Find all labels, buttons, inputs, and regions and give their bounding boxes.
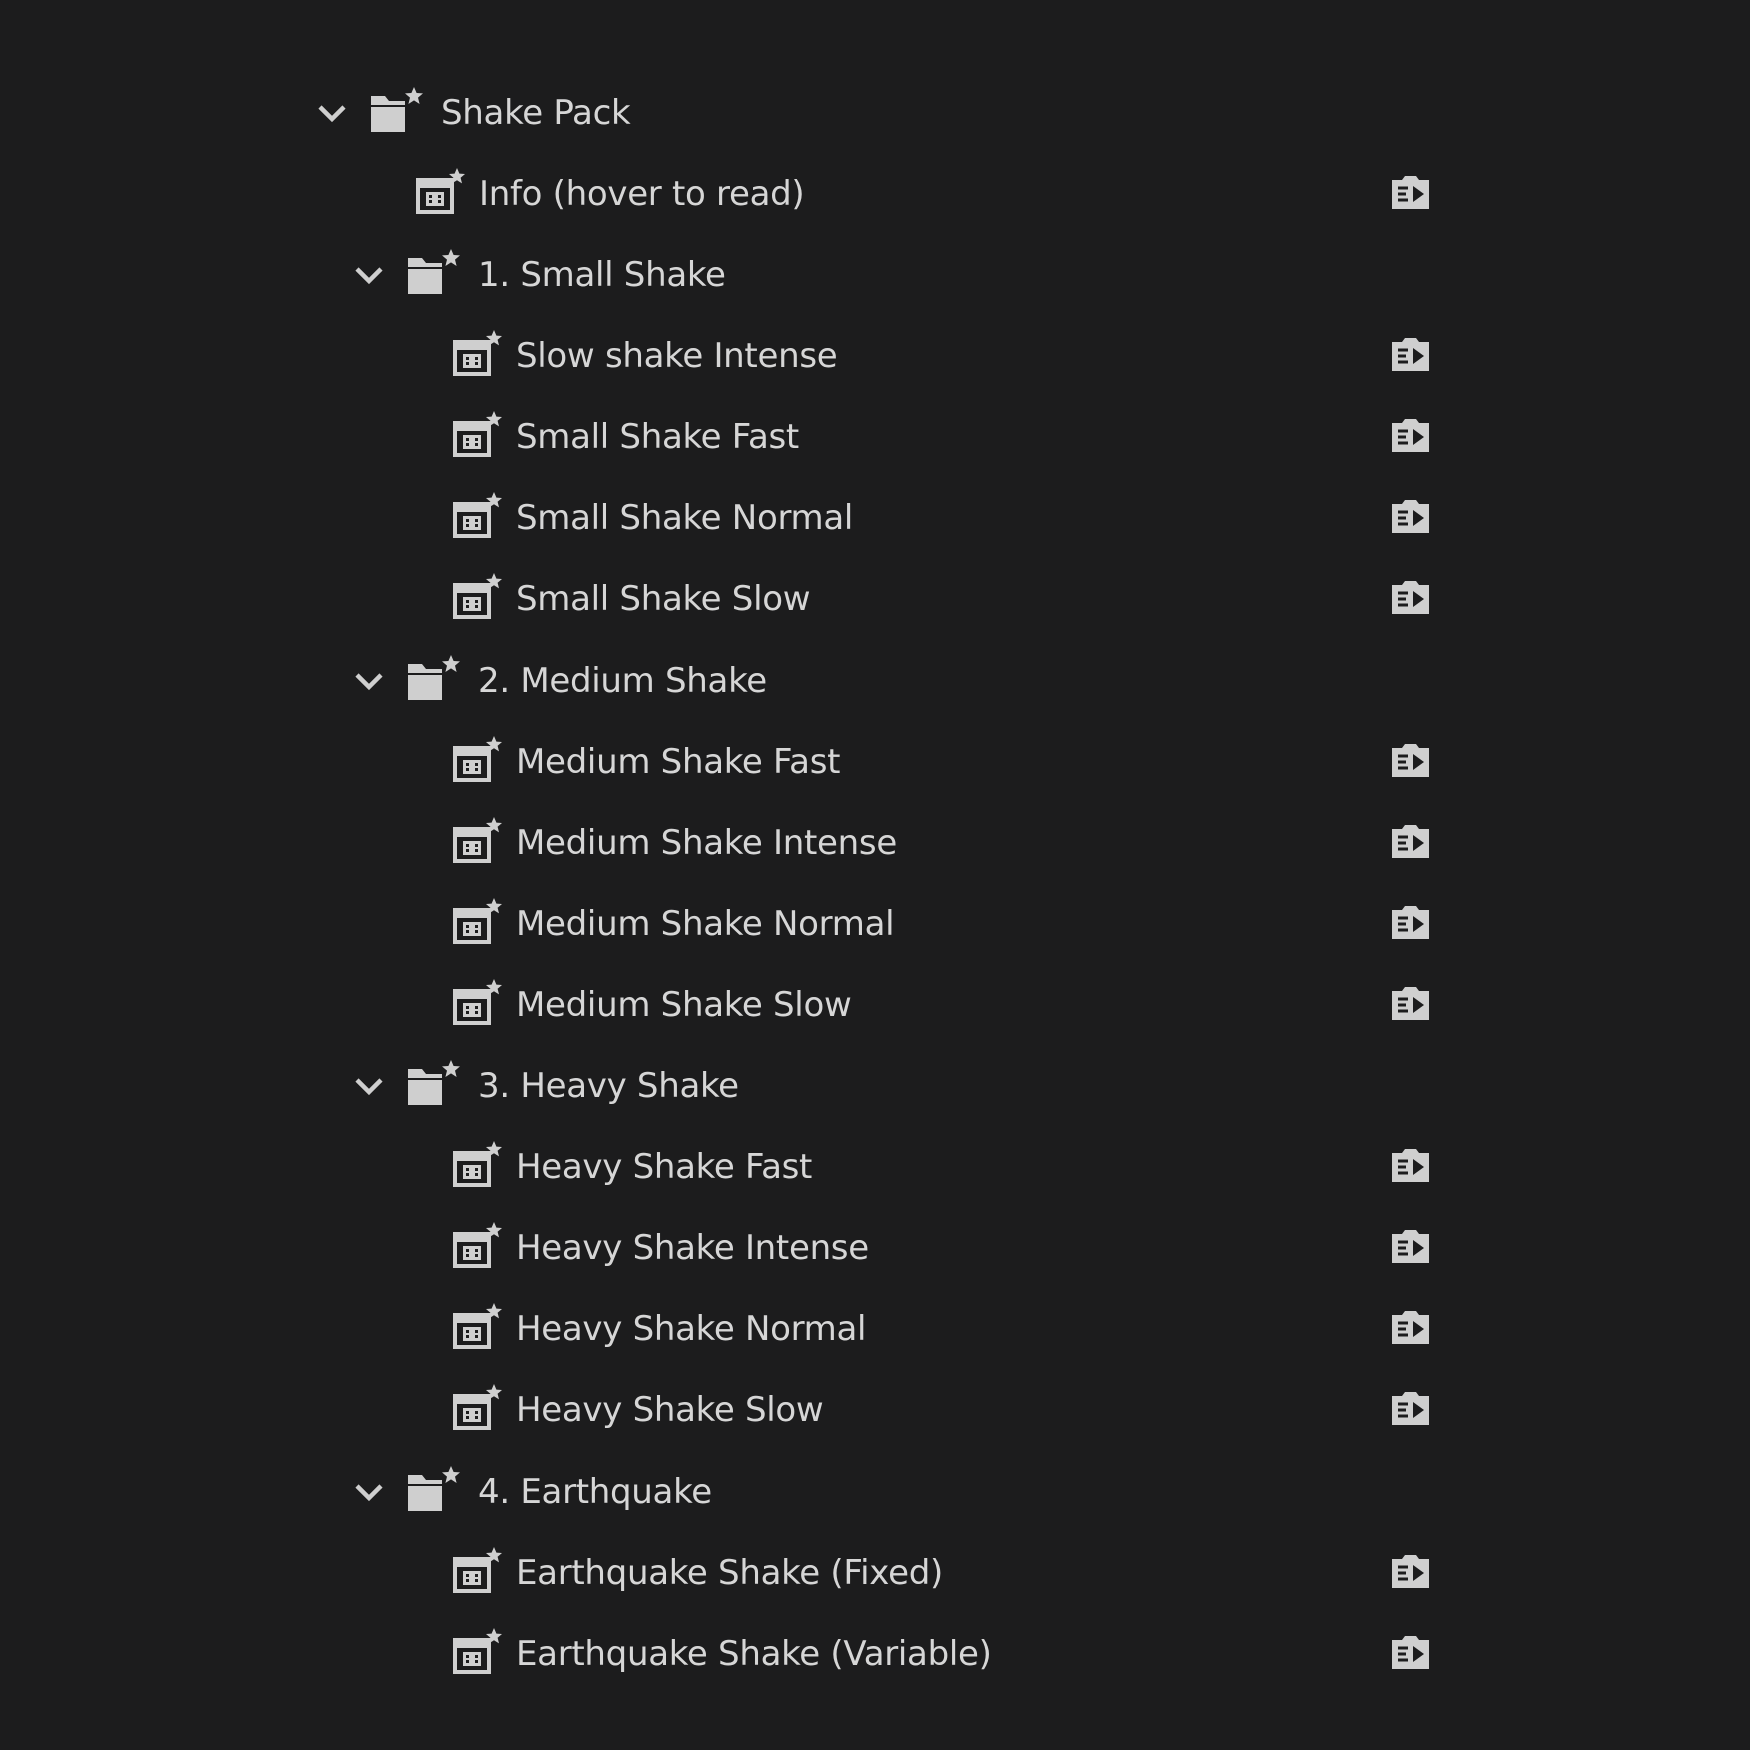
apply-preset-icon[interactable] [1389,1553,1432,1590]
preset-label: Medium Shake Normal [516,904,895,944]
apply-preset-icon[interactable] [1389,579,1432,616]
apply-preset-icon[interactable] [1389,823,1432,860]
folder-row-group-3[interactable]: 3. Heavy Shake [0,1046,1750,1127]
preset-effect-icon [453,1222,502,1268]
preset-effect-icon [453,1384,502,1430]
apply-preset-icon[interactable] [1389,1228,1432,1265]
folder-row-group-1[interactable]: 1. Small Shake [0,235,1750,316]
preset-effect-icon [453,898,502,944]
preset-row[interactable]: Medium Shake Fast [0,722,1750,803]
folder-label: Shake Pack [441,93,631,133]
preset-row[interactable]: Heavy Shake Fast [0,1127,1750,1208]
preset-effect-icon [453,1547,502,1593]
folder-label: 1. Small Shake [478,255,726,295]
chevron-down-icon[interactable] [349,1472,389,1512]
chevron-down-icon[interactable] [349,255,389,295]
preset-label: Slow shake Intense [516,336,838,376]
preset-row[interactable]: Medium Shake Intense [0,803,1750,884]
preset-row[interactable]: Medium Shake Slow [0,965,1750,1046]
preset-row[interactable]: Slow shake Intense [0,316,1750,397]
preset-effect-icon [453,1303,502,1349]
preset-label: Medium Shake Fast [516,742,841,782]
chevron-down-icon[interactable] [312,93,352,133]
apply-preset-icon[interactable] [1389,417,1432,454]
preset-label: Medium Shake Slow [516,985,852,1025]
apply-preset-icon[interactable] [1389,742,1432,779]
preset-label: Heavy Shake Slow [516,1390,824,1430]
preset-effect-icon [416,168,465,214]
preset-row[interactable]: Small Shake Normal [0,478,1750,559]
folder-label: 2. Medium Shake [478,661,767,701]
apply-preset-icon[interactable] [1389,1309,1432,1346]
chevron-down-icon[interactable] [349,661,389,701]
preset-folder-icon [408,1060,460,1105]
preset-row[interactable]: Medium Shake Normal [0,884,1750,965]
preset-row[interactable]: Heavy Shake Slow [0,1370,1750,1451]
preset-label: Heavy Shake Normal [516,1309,867,1349]
preset-row[interactable]: Earthquake Shake (Fixed) [0,1533,1750,1614]
apply-preset-icon[interactable] [1389,174,1432,211]
preset-effect-icon [453,492,502,538]
preset-folder-icon [408,249,460,294]
apply-preset-icon[interactable] [1389,336,1432,373]
apply-preset-icon[interactable] [1389,904,1432,941]
apply-preset-icon[interactable] [1389,1634,1432,1671]
preset-label: Small Shake Normal [516,498,854,538]
folder-row-shake-pack[interactable]: Shake Pack [0,73,1750,154]
chevron-down-icon[interactable] [349,1066,389,1106]
preset-row[interactable]: Small Shake Slow [0,559,1750,640]
preset-label: Earthquake Shake (Variable) [516,1634,992,1674]
preset-row[interactable]: Heavy Shake Normal [0,1289,1750,1370]
preset-label: Medium Shake Intense [516,823,897,863]
preset-row-info[interactable]: Info (hover to read) [0,154,1750,235]
preset-label: Small Shake Slow [516,579,811,619]
preset-folder-icon [408,1466,460,1511]
preset-effect-icon [453,1141,502,1187]
preset-row[interactable]: Earthquake Shake (Variable) [0,1614,1750,1695]
preset-label: Heavy Shake Fast [516,1147,813,1187]
preset-tree: Shake Pack Info (hover to read) 1. Small… [0,0,1750,1750]
preset-row[interactable]: Heavy Shake Intense [0,1208,1750,1289]
apply-preset-icon[interactable] [1389,498,1432,535]
preset-effect-icon [453,817,502,863]
preset-label: Earthquake Shake (Fixed) [516,1553,943,1593]
preset-label: Heavy Shake Intense [516,1228,869,1268]
preset-row[interactable]: Small Shake Fast [0,397,1750,478]
preset-label: Small Shake Fast [516,417,799,457]
preset-label: Info (hover to read) [479,174,805,214]
apply-preset-icon[interactable] [1389,1147,1432,1184]
preset-effect-icon [453,736,502,782]
folder-row-group-4[interactable]: 4. Earthquake [0,1452,1750,1533]
folder-row-group-2[interactable]: 2. Medium Shake [0,641,1750,722]
preset-effect-icon [453,330,502,376]
preset-folder-icon [408,655,460,700]
apply-preset-icon[interactable] [1389,985,1432,1022]
preset-folder-icon [371,87,423,132]
preset-effect-icon [453,1628,502,1674]
preset-effect-icon [453,573,502,619]
folder-label: 4. Earthquake [478,1472,712,1512]
apply-preset-icon[interactable] [1389,1390,1432,1427]
preset-effect-icon [453,411,502,457]
folder-label: 3. Heavy Shake [478,1066,739,1106]
preset-effect-icon [453,979,502,1025]
